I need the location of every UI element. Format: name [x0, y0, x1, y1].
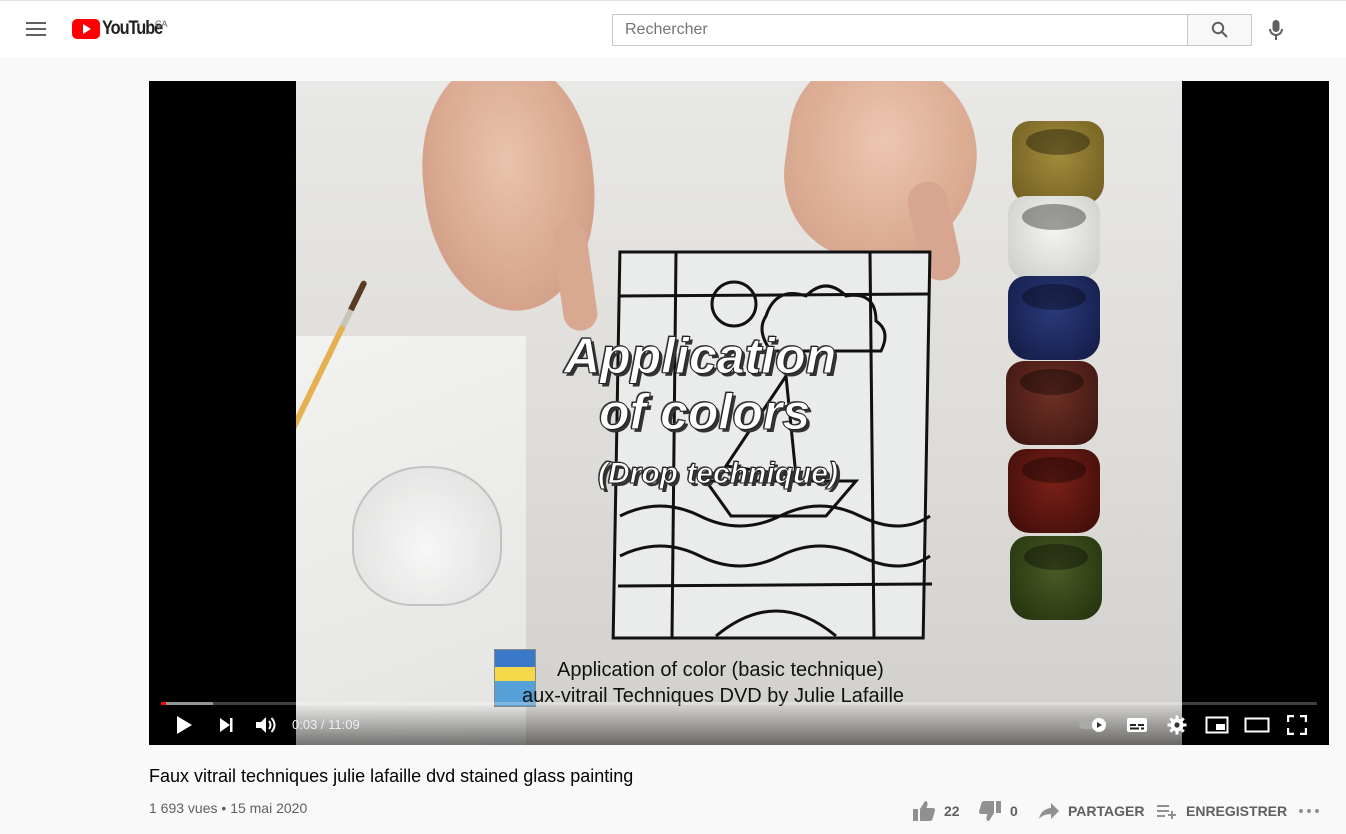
- paint-jar-red-brown: [1006, 361, 1098, 445]
- theater-mode-icon: [1244, 717, 1270, 733]
- dislike-count: 0: [1010, 803, 1018, 819]
- like-button[interactable]: 22: [912, 797, 960, 825]
- caption-line1: Application of color (basic technique): [557, 659, 884, 681]
- settings-gear-icon: [1167, 715, 1187, 735]
- search-icon: [1211, 21, 1228, 38]
- theater-mode-button[interactable]: [1239, 711, 1275, 739]
- play-icon: [177, 716, 192, 734]
- time-total: 11:09: [328, 717, 360, 732]
- like-count: 22: [944, 803, 960, 819]
- playlist-add-icon: [1157, 805, 1176, 819]
- fullscreen-icon: [1287, 715, 1307, 735]
- share-label: PARTAGER: [1068, 803, 1145, 819]
- player-controls: 0:03 / 11:09: [149, 705, 1329, 745]
- paint-jar-blue: [1008, 276, 1100, 360]
- youtube-play-logo-icon: [72, 19, 100, 39]
- search-button[interactable]: [1187, 14, 1252, 46]
- settings-button[interactable]: [1159, 711, 1195, 739]
- video-meta: 1 693 vues • 15 mai 2020: [149, 800, 307, 816]
- miniplayer-icon: [1205, 716, 1229, 734]
- next-button[interactable]: [208, 711, 244, 739]
- volume-button[interactable]: [248, 711, 284, 739]
- paint-jar-green: [1010, 536, 1102, 620]
- masthead: YouTube CA: [0, 0, 1346, 57]
- video-player[interactable]: Application of colors (Drop technique) A…: [149, 81, 1329, 745]
- meta-separator: •: [217, 800, 231, 816]
- share-arrow-icon: [1039, 803, 1059, 819]
- stained-glass-pattern: [611, 250, 933, 640]
- save-button[interactable]: ENREGISTRER: [1156, 797, 1287, 825]
- view-count: 1 693 vues: [149, 800, 218, 816]
- overlay-subtitle: (Drop technique): [598, 457, 839, 491]
- thumbs-down-icon: [979, 801, 1001, 821]
- save-label: ENREGISTRER: [1186, 803, 1288, 819]
- microphone-icon: [1269, 20, 1283, 40]
- voice-search-button[interactable]: [1262, 15, 1290, 45]
- dislike-button[interactable]: 0: [978, 797, 1018, 825]
- volume-icon: [256, 717, 276, 733]
- more-actions-button[interactable]: [1298, 797, 1320, 825]
- water-cup: [352, 466, 502, 606]
- share-button[interactable]: PARTAGER: [1038, 797, 1144, 825]
- menu-button[interactable]: [20, 15, 52, 43]
- miniplayer-button[interactable]: [1199, 711, 1235, 739]
- thumbs-up-icon: [913, 801, 935, 821]
- overlay-title-line1: Application: [563, 328, 837, 385]
- time-separator: /: [317, 717, 329, 732]
- overlay-title-line2: of colors: [598, 384, 811, 441]
- hamburger-menu-icon: [26, 22, 46, 36]
- video-title: Faux vitrail techniques julie lafaille d…: [149, 766, 634, 786]
- time-current: 0:03: [292, 717, 318, 732]
- logo-text: YouTube: [102, 18, 163, 39]
- autoplay-toggle-icon: [1079, 718, 1106, 732]
- region-code: CA: [155, 19, 168, 29]
- video-frame[interactable]: Application of colors (Drop technique) A…: [296, 81, 1182, 745]
- search-input[interactable]: [612, 14, 1188, 46]
- next-icon: [220, 718, 233, 732]
- autoplay-toggle[interactable]: [1075, 711, 1111, 739]
- paint-jar-clear: [1008, 196, 1100, 280]
- fullscreen-button[interactable]: [1279, 711, 1315, 739]
- subtitles-icon: [1127, 718, 1147, 732]
- more-horizontal-icon: [1299, 809, 1319, 813]
- finger-left: [550, 219, 600, 333]
- play-button[interactable]: [166, 711, 202, 739]
- time-display: 0:03 / 11:09: [292, 717, 360, 732]
- subtitles-button[interactable]: [1119, 711, 1155, 739]
- paint-jar-red: [1008, 449, 1100, 533]
- paint-jar-yellow: [1012, 121, 1104, 205]
- upload-date: 15 mai 2020: [230, 800, 308, 816]
